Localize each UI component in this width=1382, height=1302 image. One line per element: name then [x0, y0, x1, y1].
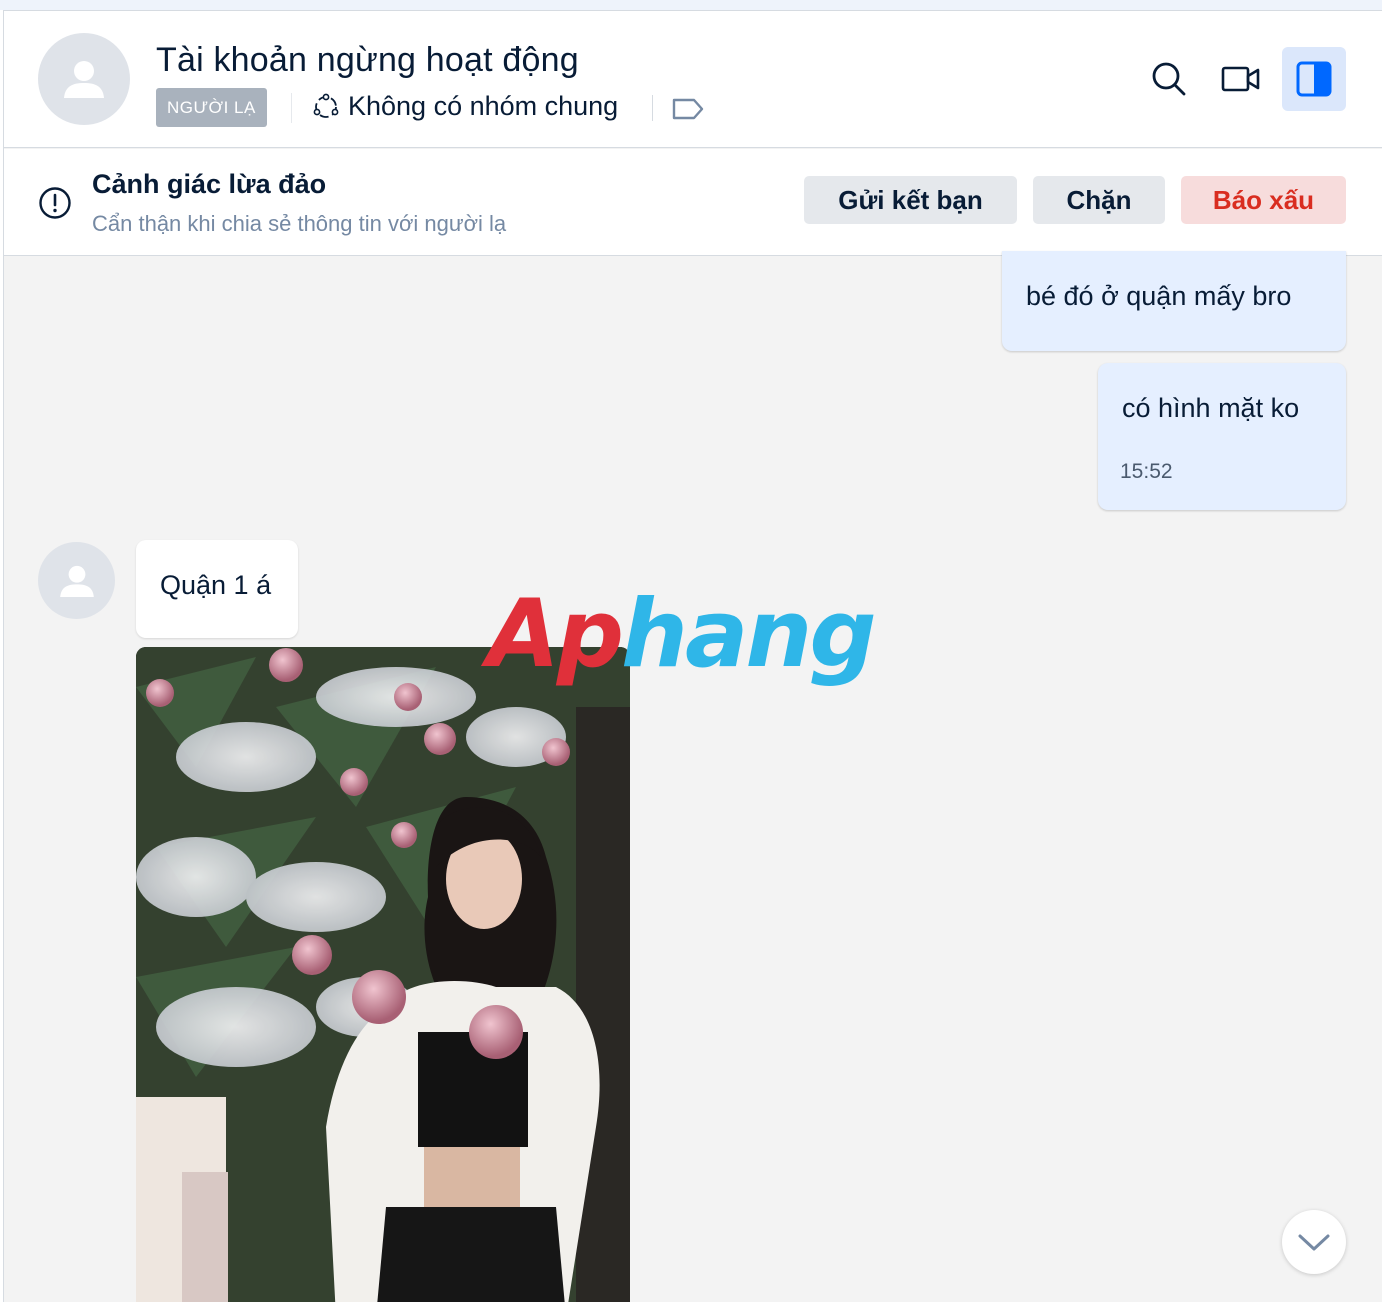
- report-button[interactable]: Báo xấu: [1181, 176, 1346, 224]
- video-call-icon: [1221, 66, 1260, 92]
- warning-title: Cảnh giác lừa đảo: [92, 169, 327, 199]
- top-strip: [0, 0, 1382, 10]
- scam-warning-bar: Cảnh giác lừa đảo Cẩn thận khi chia sẻ t…: [4, 149, 1382, 256]
- search-button[interactable]: [1137, 47, 1201, 111]
- message-list[interactable]: bé đó ở quận mấy bro có hình mặt ko 15:5…: [4, 251, 1382, 1302]
- block-button[interactable]: Chặn: [1033, 176, 1165, 224]
- message-text: có hình mặt ko: [1122, 393, 1300, 423]
- chat-header: Tài khoản ngừng hoạt động NGƯỜI LẠ Không…: [4, 11, 1382, 148]
- message-bubble-sent[interactable]: có hình mặt ko 15:52: [1098, 363, 1346, 510]
- group-icon: [313, 93, 339, 118]
- message-text: Quận 1 á: [160, 570, 272, 600]
- info-icon: [39, 187, 71, 219]
- stranger-badge: NGƯỜI LẠ: [156, 88, 267, 127]
- divider: [652, 95, 653, 121]
- avatar[interactable]: [38, 33, 130, 125]
- warning-subtitle: Cẩn thận khi chia sẻ thông tin với người…: [92, 211, 507, 236]
- scroll-to-bottom-button[interactable]: [1282, 1210, 1346, 1274]
- user-placeholder-icon: [64, 61, 104, 98]
- sender-avatar[interactable]: [38, 542, 115, 619]
- side-panel-toggle[interactable]: [1282, 47, 1346, 111]
- tag-icon[interactable]: [671, 97, 705, 121]
- video-call-button[interactable]: [1209, 47, 1273, 111]
- side-panel-icon: [1296, 61, 1332, 97]
- photo-image: [136, 647, 630, 1302]
- search-icon: [1152, 62, 1186, 96]
- message-bubble-sent[interactable]: bé đó ở quận mấy bro: [1002, 251, 1346, 351]
- message-text: bé đó ở quận mấy bro: [1026, 281, 1292, 311]
- message-time: 15:52: [1120, 460, 1173, 483]
- add-friend-button[interactable]: Gửi kết bạn: [804, 176, 1017, 224]
- user-placeholder-icon: [59, 565, 94, 597]
- page-title[interactable]: Tài khoản ngừng hoạt động: [156, 41, 579, 80]
- chevron-down-icon: [1298, 1234, 1330, 1251]
- message-bubble-received[interactable]: Quận 1 á: [136, 540, 298, 638]
- divider: [291, 93, 292, 123]
- photo-message[interactable]: [136, 647, 630, 1302]
- mutual-groups-label[interactable]: Không có nhóm chung: [348, 91, 618, 122]
- watermark-logo: Aphang: [487, 580, 877, 689]
